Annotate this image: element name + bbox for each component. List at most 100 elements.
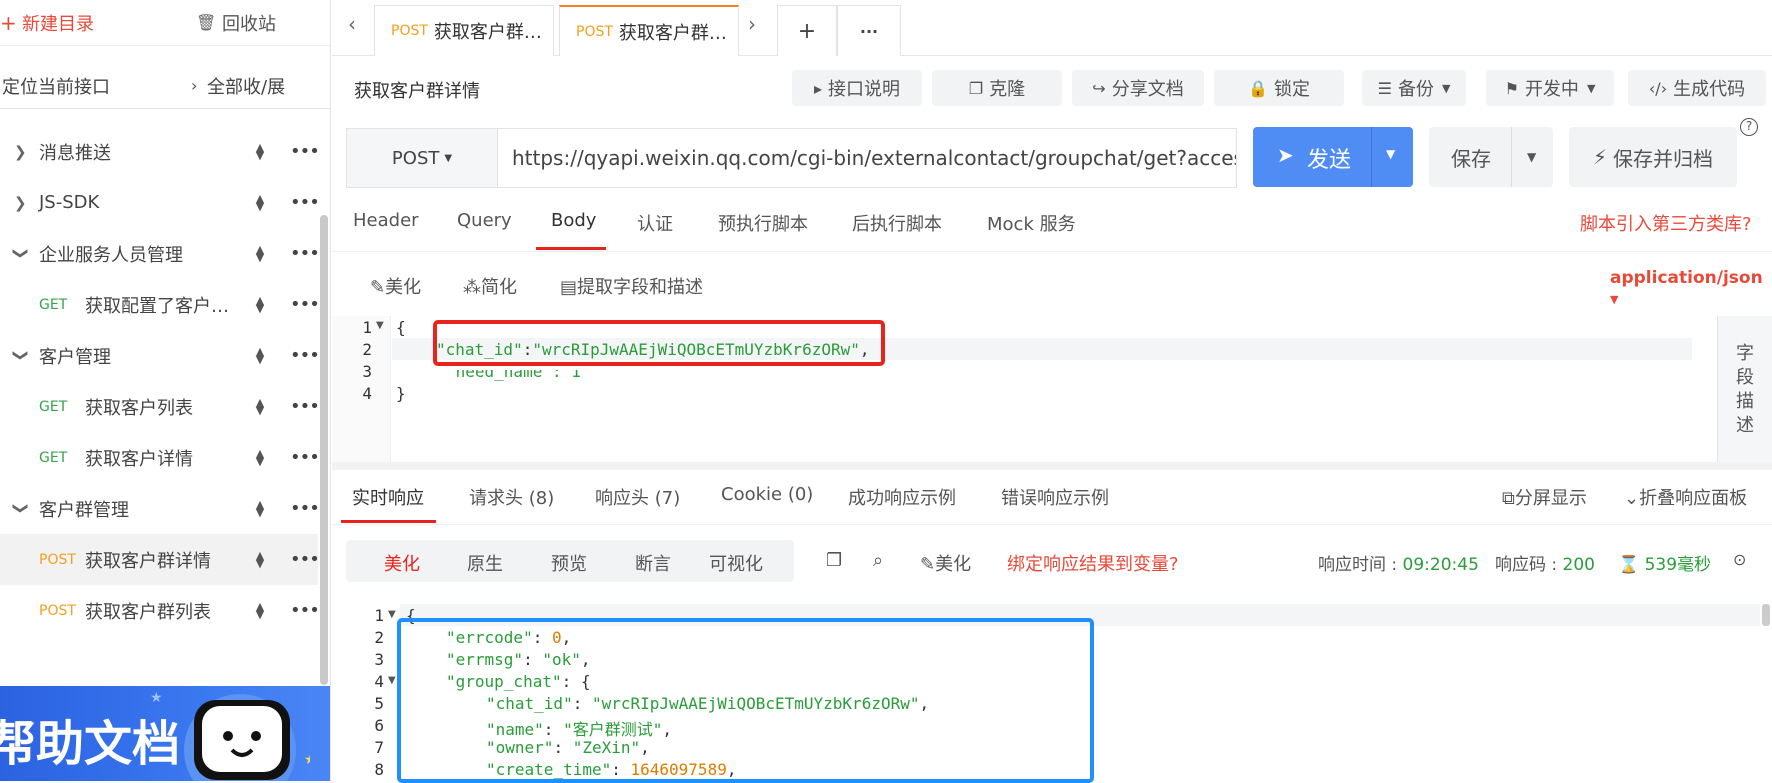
sidebar-item-group-list[interactable]: POST 获取客户群列表 ▲ ▼ ••• [0, 585, 320, 636]
view-preview[interactable]: 预览 [551, 550, 587, 576]
share-doc-button[interactable]: ↪ 分享文档 [1072, 70, 1204, 106]
more-icon[interactable]: ••• [290, 447, 320, 468]
sort-icon[interactable]: ▲ ▼ [254, 499, 266, 518]
tab-more-button[interactable]: ··· [837, 5, 901, 56]
tab-scroll-left-icon[interactable]: ‹ [348, 12, 356, 36]
tab-cookie[interactable]: Cookie (0) [721, 484, 813, 505]
tab-mock[interactable]: Mock 服务 [987, 210, 1076, 236]
locate-current-button[interactable]: 定位当前接口 [2, 73, 110, 99]
more-icon[interactable]: ••• [290, 498, 320, 519]
more-icon[interactable]: ••• [290, 600, 320, 621]
sort-icon[interactable]: ▲ ▼ [254, 142, 266, 161]
more-icon[interactable]: ••• [290, 396, 320, 417]
more-icon[interactable]: ••• [290, 549, 320, 570]
extract-fields-button[interactable]: ▤提取字段和描述 [560, 273, 703, 299]
add-tab-button[interactable]: + [777, 5, 837, 56]
sidebar-item-group-mgmt[interactable]: ❯ 客户群管理 ▲ ▼ ••• [0, 483, 320, 534]
chevron-down-icon[interactable]: ❯ [12, 502, 30, 516]
sort-icon[interactable]: ▲ ▼ [254, 193, 266, 212]
sidebar-item-customer-list[interactable]: GET 获取客户列表 ▲ ▼ ••• [0, 381, 320, 432]
sort-icon[interactable]: ▲ ▼ [254, 295, 266, 314]
beautify-button[interactable]: ✎美化 [370, 273, 421, 299]
split-view-button[interactable]: ⧉分屏显示 [1502, 484, 1587, 510]
resp-beautify-button[interactable]: ✎美化 [920, 550, 971, 576]
tab-response-headers[interactable]: 响应头 (7) [595, 484, 680, 510]
third-party-lib-link[interactable]: 脚本引入第三方类库? [1580, 210, 1752, 236]
sort-icon[interactable]: ▲ ▼ [254, 601, 266, 620]
sidebar-item-get-config[interactable]: GET 获取配置了客户… ▲ ▼ ••• [0, 279, 320, 330]
sort-icon[interactable]: ▲ ▼ [254, 448, 266, 467]
sort-icon[interactable]: ▲ ▼ [254, 244, 266, 263]
body-editor[interactable]: 1 ▼ 2 3 4 { "chat_id":"wrcRIpJwAAEjWiQOB… [332, 316, 1772, 462]
more-icon[interactable]: ••• [290, 243, 320, 264]
sidebar-item-group-detail[interactable]: POST 获取客户群详情 ▲ ▼ ••• [0, 534, 320, 585]
chevron-right-icon[interactable]: ❯ [14, 143, 28, 161]
send-button[interactable]: ➤ 发送 ▼ [1253, 127, 1413, 187]
view-raw[interactable]: 原生 [467, 550, 503, 576]
view-assert[interactable]: 断言 [635, 550, 671, 576]
sidebar-item-enterprise-service[interactable]: ❯ 企业服务人员管理 ▲ ▼ ••• [0, 228, 320, 279]
bind-var-link[interactable]: 绑定响应结果到变量? [1007, 550, 1179, 576]
chevron-down-icon[interactable]: ❯ [12, 349, 30, 363]
tab-error-example[interactable]: 错误响应示例 [1001, 484, 1109, 510]
chevron-down-icon[interactable]: ❯ [12, 247, 30, 261]
fold-icon[interactable]: ▼ [388, 675, 396, 686]
api-doc-button[interactable]: ▸ 接口说明 [792, 70, 922, 106]
sidebar-item-customer-mgmt[interactable]: ❯ 客户管理 ▲ ▼ ••• [0, 330, 320, 381]
save-button[interactable]: 保存 ▼ [1429, 127, 1553, 187]
response-scrollbar[interactable] [1762, 604, 1770, 626]
collapse-all-button[interactable]: 全部收/展 [207, 73, 285, 99]
tab-query[interactable]: Query [457, 210, 512, 231]
response-editor[interactable]: 1 ▼ 2 3 4 ▼ 5 6 7 8 { "errcode": 0, "err… [346, 604, 1772, 783]
tab-scroll-right-icon[interactable]: › [748, 12, 756, 36]
sidebar-item-message-push[interactable]: ❯ 消息推送 ▲ ▼ ••• [0, 126, 320, 177]
tab-live-response[interactable]: 实时响应 [352, 484, 424, 510]
dev-status-button[interactable]: ⚑ 开发中 ▼ [1486, 70, 1614, 106]
recycle-bin-button[interactable]: 回收站 [222, 10, 276, 36]
tab-request-1[interactable]: POST 获取客户群… [374, 5, 554, 56]
tab-post-script[interactable]: 后执行脚本 [852, 210, 942, 236]
sort-icon[interactable]: ▲ ▼ [254, 550, 266, 569]
download-icon[interactable]: ⊙ [1733, 550, 1746, 569]
copy-icon[interactable]: ❐ [826, 550, 842, 571]
backup-button[interactable]: ☰ 备份 ▼ [1362, 70, 1466, 106]
search-icon[interactable]: ⌕ [873, 550, 883, 571]
more-icon[interactable]: ••• [290, 294, 320, 315]
more-icon[interactable]: ••• [290, 345, 320, 366]
tab-pre-script[interactable]: 预执行脚本 [718, 210, 808, 236]
sidebar-item-js-sdk[interactable]: ❯ JS-SDK ▲ ▼ ••• [0, 177, 320, 228]
fold-panel-button[interactable]: ⌄折叠响应面板 [1624, 484, 1747, 510]
tab-request-headers[interactable]: 请求头 (8) [469, 484, 554, 510]
tab-header[interactable]: Header [353, 210, 419, 231]
sort-icon[interactable]: ▲ ▼ [254, 346, 266, 365]
more-icon[interactable]: ••• [290, 192, 320, 213]
lock-button[interactable]: 🔒 锁定 [1214, 70, 1344, 106]
clone-button[interactable]: ❐ 克隆 [932, 70, 1062, 106]
help-doc-banner[interactable]: 帮助文档 ★ ★ [0, 686, 330, 781]
tab-auth[interactable]: 认证 [637, 210, 673, 236]
panel-splitter[interactable] [332, 462, 1772, 470]
help-icon[interactable]: ? [1740, 118, 1758, 136]
fold-icon[interactable]: ▼ [388, 609, 396, 620]
fold-icon[interactable]: ▼ [376, 320, 384, 331]
tab-success-example[interactable]: 成功响应示例 [848, 484, 956, 510]
trash-icon[interactable]: 🗑 [196, 13, 216, 32]
sidebar-scrollbar[interactable] [320, 215, 328, 685]
view-beautify[interactable]: 美化 [384, 550, 420, 576]
field-desc-panel[interactable]: 字段描述 [1717, 316, 1772, 462]
method-select[interactable]: POST ▼ [346, 128, 497, 188]
chevron-right-icon[interactable]: ❯ [14, 194, 28, 212]
sort-icon[interactable]: ▲ ▼ [254, 397, 266, 416]
plus-icon[interactable]: + [0, 11, 17, 35]
view-visualize[interactable]: 可视化 [709, 550, 763, 576]
url-input[interactable]: https://qyapi.weixin.qq.com/cgi-bin/exte… [497, 128, 1237, 188]
new-dir-button[interactable]: 新建目录 [22, 10, 94, 36]
save-archive-button[interactable]: ⚡ 保存并归档 [1569, 127, 1737, 187]
tab-body[interactable]: Body [551, 210, 596, 231]
tab-request-2[interactable]: POST 获取客户群… [559, 5, 739, 56]
gen-code-button[interactable]: ‹/› 生成代码 [1628, 70, 1766, 106]
send-dropdown-icon[interactable]: ▼ [1386, 147, 1395, 161]
sidebar-item-customer-detail[interactable]: GET 获取客户详情 ▲ ▼ ••• [0, 432, 320, 483]
simplify-button[interactable]: ⁂简化 [463, 273, 517, 299]
more-icon[interactable]: ••• [290, 141, 320, 162]
